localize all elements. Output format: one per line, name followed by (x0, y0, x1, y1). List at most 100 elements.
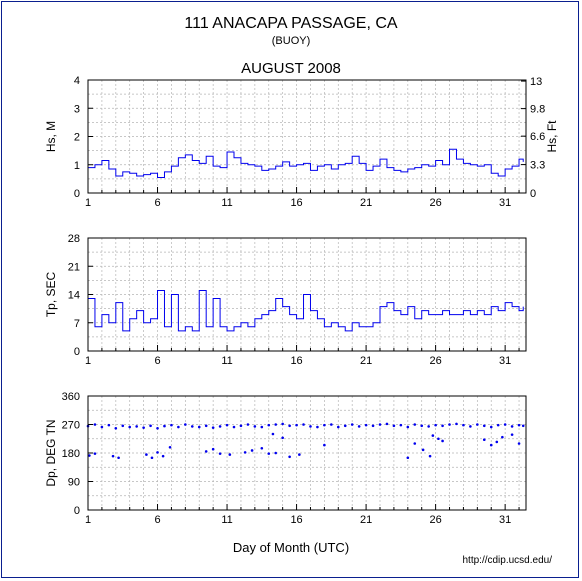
data-point (190, 425, 194, 428)
data-point (149, 424, 152, 428)
data-point (145, 453, 148, 456)
data-point (295, 423, 298, 427)
data-point (218, 452, 222, 455)
data-point (274, 451, 278, 455)
x-tick-label: 21 (360, 197, 372, 209)
x-tick-label: 21 (360, 355, 372, 367)
data-point (211, 447, 215, 451)
y-tick-label: 0 (74, 188, 80, 200)
data-point (406, 456, 410, 460)
y-tick-label: 0 (74, 346, 80, 358)
data-point (482, 438, 486, 442)
data-point (163, 424, 166, 428)
data-point (448, 423, 451, 426)
y-tick-label: 2 (74, 132, 80, 144)
y-axis-label: Dp, DEG TN (44, 419, 58, 486)
x-tick-label: 1 (85, 514, 91, 526)
y-tick-label: 28 (68, 233, 80, 245)
data-point (385, 422, 389, 426)
data-point (420, 424, 424, 428)
data-point (281, 422, 284, 426)
y-tick-label: 14 (68, 290, 80, 302)
y-tick-label: 4 (74, 75, 80, 87)
y-axis-label-right: Hs, Ft (545, 120, 559, 153)
data-point (107, 423, 111, 427)
x-tick-label: 16 (290, 355, 302, 367)
y-tick-label: 7 (74, 318, 80, 330)
x-tick-label: 11 (221, 355, 232, 367)
data-point (517, 423, 521, 427)
data-point (510, 425, 514, 428)
data-point (274, 423, 278, 426)
data-point (114, 427, 118, 430)
data-point (431, 434, 435, 437)
data-point (521, 424, 525, 428)
x-tick-label: 6 (154, 355, 160, 367)
data-point (271, 432, 275, 436)
series-line (88, 148, 524, 178)
x-tick-label: 16 (290, 514, 302, 526)
data-point (441, 439, 444, 443)
data-point (371, 424, 375, 428)
data-point (288, 424, 291, 428)
data-point (489, 425, 493, 429)
data-point (428, 454, 432, 458)
data-point (93, 452, 97, 455)
data-point (239, 424, 243, 428)
data-point (330, 423, 333, 426)
data-point (469, 425, 472, 428)
data-point (421, 448, 425, 452)
data-point (434, 423, 437, 427)
data-point (204, 424, 208, 428)
data-point (323, 423, 326, 427)
data-point (204, 450, 208, 453)
data-point (267, 452, 271, 455)
data-point (250, 449, 254, 452)
y-axis-label: Hs, M (44, 121, 58, 152)
x-tick-label: 6 (154, 514, 160, 526)
data-point (211, 426, 215, 429)
x-tick-label: 26 (429, 355, 441, 367)
y-tick-label: 180 (62, 448, 80, 460)
data-point (93, 423, 97, 426)
data-point (482, 424, 486, 428)
data-point (184, 423, 187, 426)
data-point (177, 425, 180, 429)
x-tick-label: 26 (429, 514, 441, 526)
data-point (350, 423, 354, 426)
data-point (156, 427, 159, 430)
data-point (378, 423, 382, 426)
data-point (323, 443, 326, 447)
data-point (455, 422, 458, 426)
data-point (462, 423, 465, 427)
y-right-tick-label: 0 (530, 188, 536, 200)
x-tick-label: 21 (360, 514, 372, 526)
data-point (156, 451, 159, 454)
data-point (316, 425, 319, 429)
data-point (253, 425, 257, 428)
data-point (392, 424, 396, 428)
data-point (197, 425, 201, 429)
data-point (225, 423, 229, 427)
data-point (260, 425, 264, 429)
data-point (489, 443, 493, 447)
data-point (243, 451, 247, 454)
data-point (281, 436, 284, 440)
data-point (510, 433, 514, 436)
data-point (288, 455, 291, 459)
data-point (476, 423, 479, 426)
data-point (142, 426, 145, 429)
data-point (495, 440, 499, 444)
data-point (111, 454, 115, 458)
data-point (246, 423, 250, 426)
y-tick-label: 1 (74, 160, 80, 172)
data-point (503, 423, 507, 426)
x-tick-label: 11 (221, 197, 232, 209)
data-point (413, 442, 417, 445)
y-tick-label: 0 (74, 505, 80, 517)
data-point (150, 456, 154, 460)
data-point (117, 456, 120, 460)
y-right-tick-label: 9.8 (530, 104, 545, 116)
data-point (302, 423, 305, 426)
data-point (170, 423, 173, 427)
